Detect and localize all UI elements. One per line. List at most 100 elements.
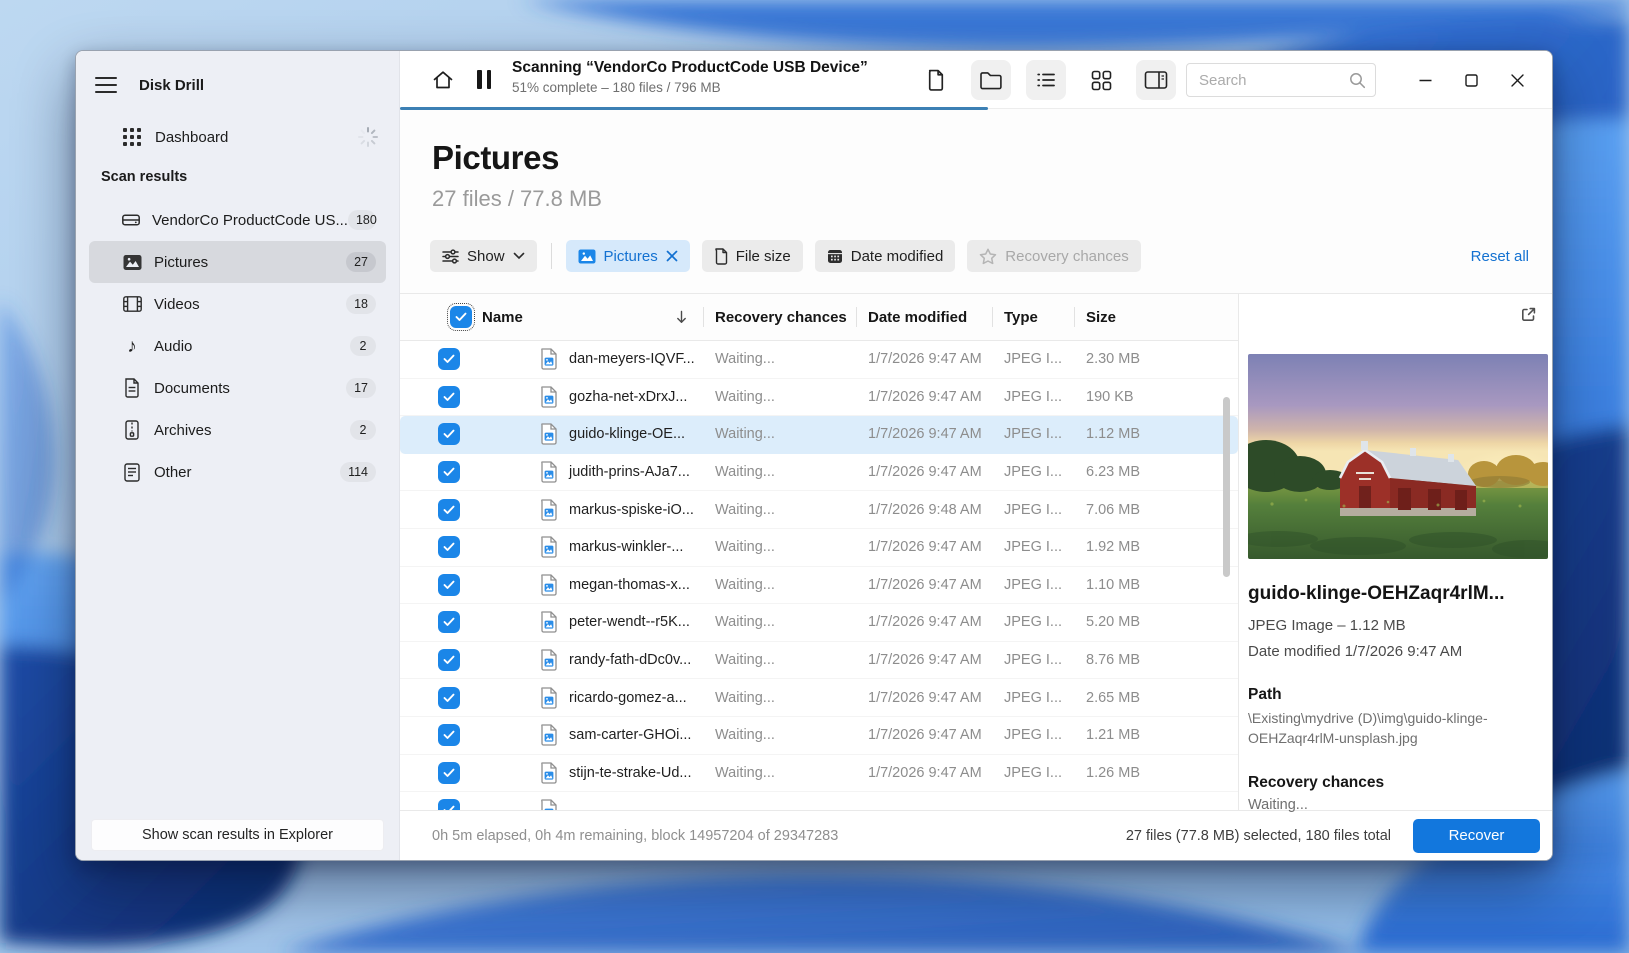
row-checkbox[interactable] [438, 385, 460, 408]
table-scrollbar-thumb[interactable] [1223, 397, 1230, 577]
image-file-icon [540, 461, 558, 483]
minimize-button[interactable] [1402, 60, 1448, 100]
maximize-button[interactable] [1448, 60, 1494, 100]
app-title: Disk Drill [139, 76, 205, 94]
count-badge: 180 [347, 210, 377, 230]
sidebar-item-pictures[interactable]: Pictures 27 [89, 241, 386, 283]
sidebar-item-documents[interactable]: Documents 17 [89, 367, 386, 409]
table-body: dan-meyers-IQVF... Waiting... 1/7/2026 9… [400, 341, 1238, 810]
file-icon [714, 247, 728, 265]
show-scan-results-in-explorer-button[interactable]: Show scan results in Explorer [91, 819, 384, 851]
row-checkbox[interactable] [438, 573, 460, 596]
row-checkbox[interactable] [438, 761, 460, 784]
column-header-type[interactable]: Type [992, 294, 1074, 340]
scan-results-list: VendorCo ProductCode US... 180 Pictures … [89, 199, 386, 493]
filter-chip-date-modified[interactable]: Date modified [814, 240, 956, 272]
content: Pictures 27 files / 77.8 MB Show Picture… [400, 109, 1552, 860]
image-file-icon [540, 762, 558, 784]
row-checkbox[interactable] [438, 461, 460, 484]
pause-scan-icon[interactable] [477, 70, 491, 89]
table-row[interactable]: randy-fath-dDc0v... Waiting... 1/7/2026 … [400, 641, 1238, 680]
list-view-icon[interactable] [1026, 60, 1066, 100]
filter-separator [550, 243, 552, 269]
filter-chip-label: Pictures [603, 247, 658, 265]
drive-icon [121, 210, 141, 230]
count-badge: 27 [346, 252, 376, 272]
table-row[interactable]: peter-wendt--r5K... Waiting... 1/7/2026 … [400, 604, 1238, 642]
scan-progress-text: 0h 5m elapsed, 0h 4m remaining, block 14… [432, 827, 839, 844]
page-title: Pictures [432, 139, 560, 176]
filter-chip-file-size[interactable]: File size [701, 240, 803, 272]
scan-status: Scanning “VendorCo ProductCode USB Devic… [512, 59, 868, 95]
row-checkbox[interactable] [438, 724, 460, 747]
sidebar-item-vendorco-device[interactable]: VendorCo ProductCode US... 180 [89, 199, 386, 241]
sliders-icon [442, 248, 459, 264]
sidebar-item-audio[interactable]: ♪ Audio 2 [89, 325, 386, 367]
selection-summary: 27 files (77.8 MB) selected, 180 files t… [1125, 827, 1391, 844]
chevron-down-icon [513, 252, 525, 260]
row-checkbox[interactable] [438, 536, 460, 559]
other-icon [121, 462, 143, 482]
home-icon[interactable] [431, 68, 455, 97]
sidebar-item-archives[interactable]: Archives 2 [89, 409, 386, 451]
table-row[interactable]: stijn-te-strake-Ud... Waiting... 1/7/202… [400, 754, 1238, 793]
row-checkbox[interactable] [438, 649, 460, 672]
show-filter-dropdown[interactable]: Show [430, 240, 537, 272]
count-badge: 2 [350, 336, 376, 356]
table-row[interactable]: judith-prins-AJa7... Waiting... 1/7/2026… [400, 453, 1238, 492]
preview-recovery-label: Recovery chances [1248, 774, 1385, 792]
table-row-partial[interactable] [400, 792, 1238, 810]
image-file-icon [540, 611, 558, 634]
folder-view-icon[interactable] [971, 60, 1011, 100]
hamburger-menu-icon[interactable] [93, 72, 119, 98]
documents-icon [121, 378, 143, 398]
sidebar-item-dashboard[interactable]: Dashboard [89, 119, 386, 155]
table-row[interactable]: sam-carter-GHOi... Waiting... 1/7/2026 9… [400, 716, 1238, 755]
filter-chip-label: Date modified [850, 247, 944, 265]
sidebar: Disk Drill Dashboard Scan results Vendor… [76, 51, 400, 860]
search-icon [1349, 72, 1366, 94]
table-row-selected[interactable]: guido-klinge-OE... Waiting... 1/7/2026 9… [400, 416, 1238, 454]
sidebar-item-videos[interactable]: Videos 18 [89, 283, 386, 325]
row-checkbox[interactable] [438, 611, 460, 634]
table-row[interactable]: dan-meyers-IQVF... Waiting... 1/7/2026 9… [400, 341, 1238, 379]
row-checkbox[interactable] [438, 686, 460, 709]
select-all-checkbox[interactable] [447, 303, 475, 331]
archives-icon [121, 420, 143, 440]
preview-filename: guido-klinge-OEHZaqr4rlM... [1248, 583, 1505, 604]
open-external-icon[interactable] [1518, 304, 1539, 328]
table-row[interactable]: megan-thomas-x... Waiting... 1/7/2026 9:… [400, 566, 1238, 605]
sidebar-item-other[interactable]: Other 114 [89, 451, 386, 493]
sidebar-item-label: Pictures [154, 253, 209, 271]
column-header-date-modified[interactable]: Date modified [856, 294, 992, 340]
preview-file-meta: JPEG Image – 1.12 MB [1248, 617, 1406, 634]
page-header: Pictures 27 files / 77.8 MB [400, 109, 1552, 212]
table-row[interactable]: ricardo-gomez-a... Waiting... 1/7/2026 9… [400, 679, 1238, 717]
file-table: Name Recovery chances Date modified Type… [400, 294, 1238, 810]
column-header-size[interactable]: Size [1074, 294, 1232, 340]
close-icon[interactable] [666, 250, 678, 262]
file-view-icon[interactable] [916, 60, 956, 100]
close-button[interactable] [1494, 60, 1540, 100]
scan-progress-bar [400, 107, 1552, 110]
pictures-icon [121, 254, 143, 271]
column-header-recovery-chances[interactable]: Recovery chances [703, 294, 856, 340]
grid-view-icon[interactable] [1081, 60, 1121, 100]
search-input[interactable] [1186, 63, 1376, 97]
reset-all-link[interactable]: Reset all [1471, 248, 1530, 265]
row-checkbox[interactable] [438, 799, 460, 810]
table-row[interactable]: gozha-net-xDrxJ... Waiting... 1/7/2026 9… [400, 378, 1238, 417]
row-checkbox[interactable] [438, 423, 460, 446]
column-header-name[interactable]: Name [482, 294, 703, 340]
filter-chip-pictures[interactable]: Pictures [565, 240, 690, 272]
panel-view-icon[interactable] [1136, 60, 1176, 100]
count-badge: 2 [350, 420, 376, 440]
row-checkbox[interactable] [438, 348, 460, 371]
page-subtitle: 27 files / 77.8 MB [432, 186, 602, 211]
table-row[interactable]: markus-spiske-iO... Waiting... 1/7/2026 … [400, 491, 1238, 529]
image-file-icon [540, 386, 558, 408]
table-row[interactable]: markus-winkler-... Waiting... 1/7/2026 9… [400, 528, 1238, 567]
recover-button[interactable]: Recover [1413, 818, 1540, 853]
row-checkbox[interactable] [438, 498, 460, 521]
preview-path-label: Path [1248, 686, 1282, 703]
